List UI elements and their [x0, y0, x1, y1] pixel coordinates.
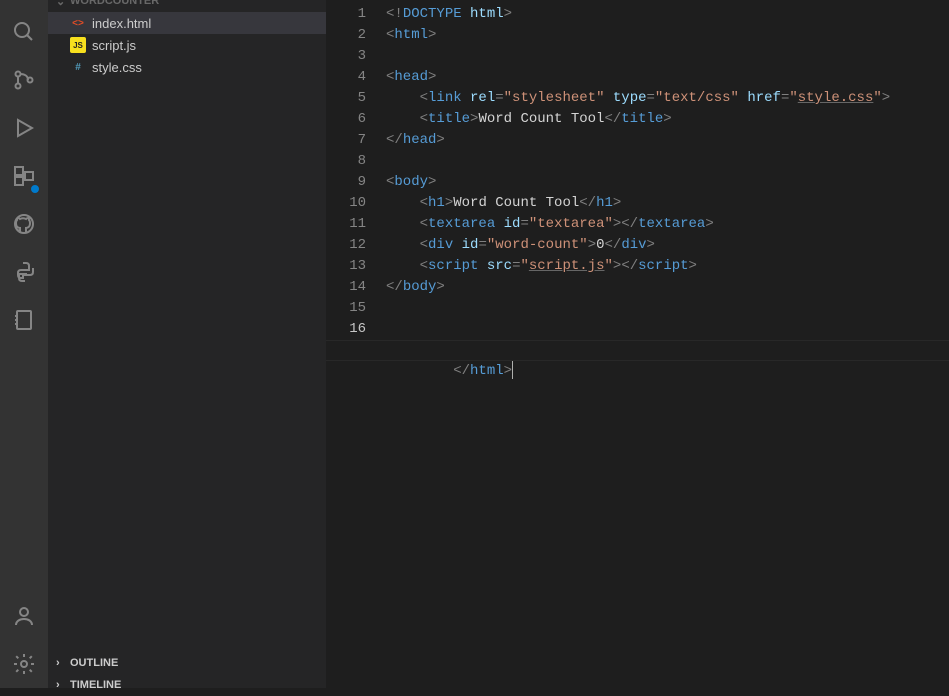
line-number: 11 — [326, 214, 366, 235]
extensions-badge-icon — [30, 184, 40, 194]
file-label: style.css — [92, 60, 142, 75]
line-number: 1 — [326, 4, 366, 25]
chevron-right-icon: › — [56, 679, 70, 691]
file-item-style-css[interactable]: # style.css — [48, 56, 326, 78]
editor-pane: 12345678910111213141516 <!DOCTYPE html> … — [326, 0, 949, 688]
activity-bar — [0, 0, 48, 688]
line-number: 14 — [326, 277, 366, 298]
code-lines[interactable]: <!DOCTYPE html> <html> <head> <link rel=… — [386, 4, 949, 688]
gear-icon[interactable] — [0, 640, 48, 688]
search-icon[interactable] — [0, 8, 48, 56]
notebook-icon[interactable] — [0, 296, 48, 344]
chevron-right-icon: › — [56, 657, 70, 669]
line-number: 2 — [326, 25, 366, 46]
js-file-icon: JS — [70, 37, 86, 53]
line-number: 3 — [326, 46, 366, 67]
css-file-icon: # — [70, 59, 86, 75]
line-number: 7 — [326, 130, 366, 151]
line-number: 5 — [326, 88, 366, 109]
github-icon[interactable] — [0, 200, 48, 248]
line-number: 13 — [326, 256, 366, 277]
file-label: script.js — [92, 38, 136, 53]
explorer-sidebar: ⌄ WORDCOUNTER <> index.html JS script.js… — [48, 0, 326, 688]
file-item-script-js[interactable]: JS script.js — [48, 34, 326, 56]
outline-label: OUTLINE — [70, 657, 118, 669]
file-list: <> index.html JS script.js # style.css — [48, 12, 326, 652]
timeline-header[interactable]: › TIMELINE — [48, 674, 326, 696]
line-number: 6 — [326, 109, 366, 130]
line-number: 15 — [326, 298, 366, 319]
line-number: 9 — [326, 172, 366, 193]
extensions-icon[interactable] — [0, 152, 48, 200]
source-control-icon[interactable] — [0, 56, 48, 104]
run-debug-icon[interactable] — [0, 104, 48, 152]
file-item-index-html[interactable]: <> index.html — [48, 12, 326, 34]
python-icon[interactable] — [0, 248, 48, 296]
folder-header[interactable]: ⌄ WORDCOUNTER — [48, 0, 326, 12]
line-number: 10 — [326, 193, 366, 214]
outline-header[interactable]: › OUTLINE — [48, 652, 326, 674]
line-number: 16 — [326, 319, 366, 340]
folder-name: WORDCOUNTER — [70, 0, 159, 7]
line-number: 4 — [326, 67, 366, 88]
html-file-icon: <> — [70, 15, 86, 31]
code-editor[interactable]: 12345678910111213141516 <!DOCTYPE html> … — [326, 4, 949, 688]
file-label: index.html — [92, 16, 151, 31]
active-line-highlight — [326, 340, 949, 361]
text-cursor — [512, 361, 513, 379]
line-number: 8 — [326, 151, 366, 172]
chevron-down-icon: ⌄ — [56, 0, 70, 8]
timeline-label: TIMELINE — [70, 679, 121, 691]
line-number: 12 — [326, 235, 366, 256]
account-icon[interactable] — [0, 592, 48, 640]
